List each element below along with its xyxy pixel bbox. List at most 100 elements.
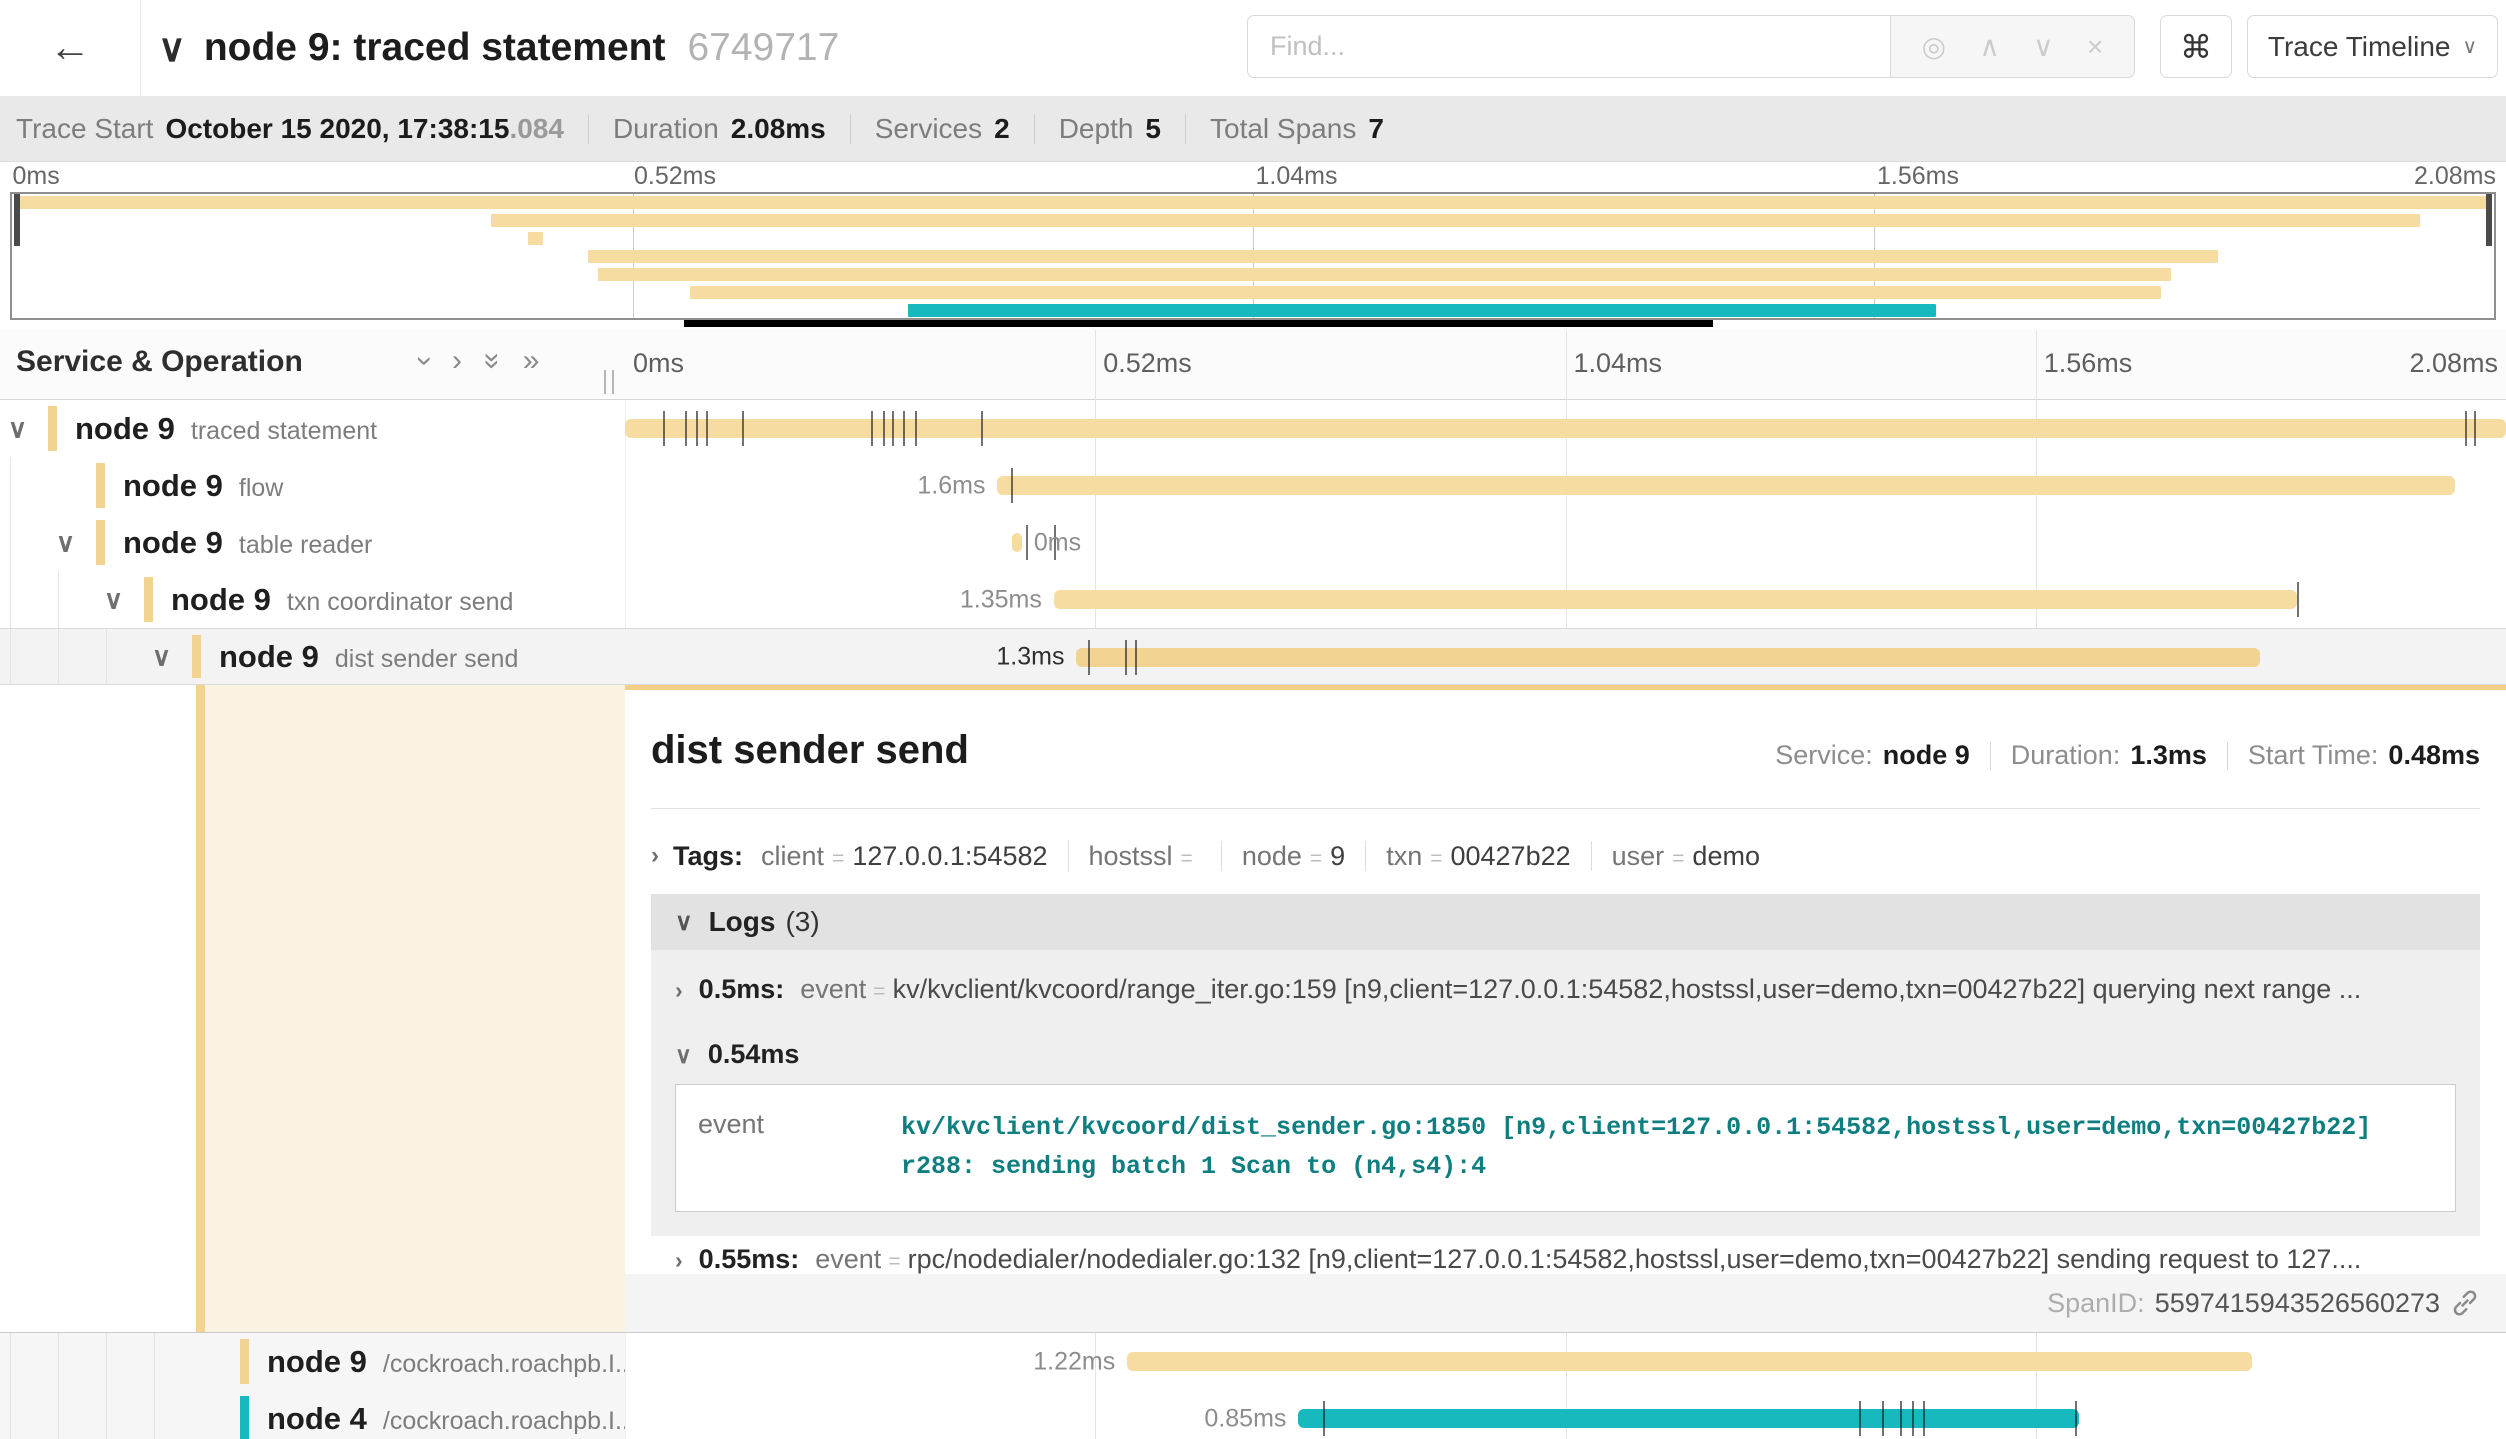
- tag-key: txn: [1386, 841, 1422, 872]
- minimap-left-scrubber[interactable]: [14, 194, 20, 246]
- span-name-cell[interactable]: node 9flow: [0, 457, 625, 514]
- match-case-icon[interactable]: ◎: [1922, 30, 1946, 63]
- span-row[interactable]: ∨node 9traced statement: [0, 400, 2506, 457]
- link-icon[interactable]: [2450, 1288, 2480, 1318]
- log-entry[interactable]: ›0.5ms:event=kv/kvclient/kvcoord/range_i…: [651, 950, 2480, 1015]
- summary-value: 2.08ms: [731, 113, 826, 145]
- span-graph-cell[interactable]: 1.35ms: [625, 571, 2506, 628]
- chevron-down-icon[interactable]: ∨: [56, 527, 75, 558]
- chevron-down-icon[interactable]: ∨: [152, 641, 171, 672]
- tag-value: 9: [1330, 841, 1345, 872]
- keyboard-shortcuts-button[interactable]: ⌘: [2160, 15, 2232, 78]
- span-color-bar: [240, 1396, 249, 1439]
- span-row[interactable]: node 4/cockroach.roachpb.I...0.85ms: [0, 1390, 2506, 1439]
- span-name-cell[interactable]: ∨node 9table reader: [0, 514, 625, 571]
- span-duration-bar[interactable]: [1076, 648, 2259, 667]
- span-color-bar: [96, 463, 105, 508]
- service-operation-header: Service & Operation: [16, 345, 303, 379]
- span-name-cell[interactable]: node 4/cockroach.roachpb.I...: [0, 1390, 625, 1439]
- span-duration-bar[interactable]: [1012, 533, 1021, 552]
- chevron-down-icon[interactable]: ∨: [8, 413, 27, 444]
- minimap-axis-tick: 2.08ms: [2414, 162, 2496, 191]
- expand-all-icon[interactable]: »: [523, 344, 540, 378]
- span-duration-bar[interactable]: [625, 419, 2506, 438]
- tag-key: client: [761, 841, 824, 872]
- span-duration-bar[interactable]: [997, 476, 2455, 495]
- span-graph-cell[interactable]: 0.85ms: [625, 1390, 2506, 1439]
- log-field-key: event: [800, 974, 866, 1004]
- collapse-one-icon[interactable]: ›: [408, 356, 442, 366]
- minimap-axis-tick: 0.52ms: [634, 162, 716, 191]
- equals-icon: =: [832, 847, 844, 871]
- summary-value: 2: [994, 113, 1010, 145]
- minimap-right-scrubber[interactable]: [2486, 194, 2492, 246]
- log-marker-tick: [1912, 1401, 1914, 1436]
- span-graph-cell[interactable]: 1.6ms: [625, 457, 2506, 514]
- span-graph-cell[interactable]: 0ms: [625, 514, 2506, 571]
- span-graph-cell[interactable]: 1.3ms: [625, 629, 2506, 684]
- span-service-name: node 9txn coordinator send: [171, 582, 513, 618]
- indent-guide: [58, 571, 59, 628]
- duration-value: 1.3ms: [2130, 740, 2207, 771]
- indent-guide: [10, 1333, 11, 1390]
- column-resizer-handle[interactable]: [604, 370, 614, 394]
- logs-block: ∨ Logs (3) ›0.5ms:event=kv/kvclient/kvco…: [651, 894, 2480, 1236]
- tags-row[interactable]: › Tags: client=127.0.0.1:54582hostssl=no…: [651, 830, 2480, 882]
- span-graph-cell[interactable]: [625, 400, 2506, 457]
- minimap-span-bar: [908, 304, 1936, 317]
- minimap-axis-tick: 1.04ms: [1255, 162, 1337, 191]
- span-name-cell[interactable]: ∨ node 9txn coordinator send: [0, 571, 625, 628]
- log-marker-tick: [1135, 640, 1137, 675]
- log-entry-expanded[interactable]: ∨0.54ms: [651, 1015, 2480, 1070]
- collapse-all-icon[interactable]: »: [475, 353, 509, 370]
- chevron-down-icon: ∨: [675, 908, 693, 937]
- tag-item: client=127.0.0.1:54582: [761, 841, 1067, 872]
- view-button-label: Trace Timeline: [2268, 31, 2451, 63]
- summary-item: Total Spans7: [1210, 113, 1384, 145]
- next-match-icon[interactable]: ∨: [2033, 30, 2054, 63]
- trace-id-short: 6749717: [687, 26, 839, 70]
- log-marker-tick: [1859, 1401, 1861, 1436]
- prev-match-icon[interactable]: ∧: [1979, 30, 2000, 63]
- indent-guide: [58, 1333, 59, 1390]
- back-button[interactable]: ←: [22, 14, 118, 80]
- ruler-tick: 0ms: [633, 348, 684, 379]
- span-graph-cell[interactable]: 1.22ms: [625, 1333, 2506, 1390]
- span-row[interactable]: ∨ node 9dist sender send 1.3ms: [0, 628, 2506, 685]
- span-color-bar: [96, 520, 105, 565]
- log-fields: event=rpc/nodedialer/nodedialer.go:132 […: [815, 1244, 2361, 1275]
- start-time-value: 0.48ms: [2388, 740, 2480, 771]
- collapse-trace-icon[interactable]: ∨: [158, 26, 186, 71]
- span-service-name: node 9dist sender send: [219, 639, 518, 675]
- span-duration-bar[interactable]: [1054, 590, 2297, 609]
- span-duration-label: 1.6ms: [917, 471, 985, 500]
- span-operation-name: flow: [239, 474, 283, 502]
- clear-find-icon[interactable]: ×: [2087, 31, 2103, 63]
- equals-icon: =: [873, 980, 885, 1003]
- span-duration-bar[interactable]: [1298, 1409, 2079, 1428]
- grid-header: Service & Operation › › » » 0ms0.52ms1.0…: [0, 330, 2506, 400]
- chevron-down-icon[interactable]: ∨: [104, 584, 123, 615]
- span-row[interactable]: ∨ node 9txn coordinator send 1.35ms: [0, 571, 2506, 628]
- span-duration-bar[interactable]: [1127, 1352, 2252, 1371]
- span-duration-label: 1.35ms: [960, 585, 1042, 614]
- span-operation-name: txn coordinator send: [287, 588, 514, 616]
- span-detail-accent-column: [205, 685, 625, 1332]
- span-color-bar: [48, 406, 57, 451]
- expand-one-icon[interactable]: ›: [452, 344, 462, 378]
- find-input[interactable]: [1247, 15, 1891, 78]
- trace-title-group: ∨ node 9: traced statement 6749717: [158, 0, 839, 96]
- span-row[interactable]: ∨node 9table reader0ms: [0, 514, 2506, 571]
- minimap-canvas[interactable]: [10, 192, 2496, 320]
- log-marker-tick: [2474, 411, 2476, 446]
- minimap-scrollbar[interactable]: [684, 320, 1713, 327]
- span-name-cell[interactable]: node 9/cockroach.roachpb.I...: [0, 1333, 625, 1390]
- span-detail-meta: Service: node 9 Duration: 1.3ms Start Ti…: [1775, 740, 2480, 771]
- span-row[interactable]: node 9/cockroach.roachpb.I...1.22ms: [0, 1333, 2506, 1390]
- trace-timeline-view-button[interactable]: Trace Timeline ∨: [2247, 15, 2498, 78]
- find-group: ◎ ∧ ∨ ×: [1247, 15, 2135, 78]
- logs-header[interactable]: ∨ Logs (3): [651, 894, 2480, 950]
- span-row[interactable]: node 9flow 1.6ms: [0, 457, 2506, 514]
- span-name-cell[interactable]: ∨node 9traced statement: [0, 400, 625, 457]
- span-name-cell[interactable]: ∨ node 9dist sender send: [0, 629, 625, 684]
